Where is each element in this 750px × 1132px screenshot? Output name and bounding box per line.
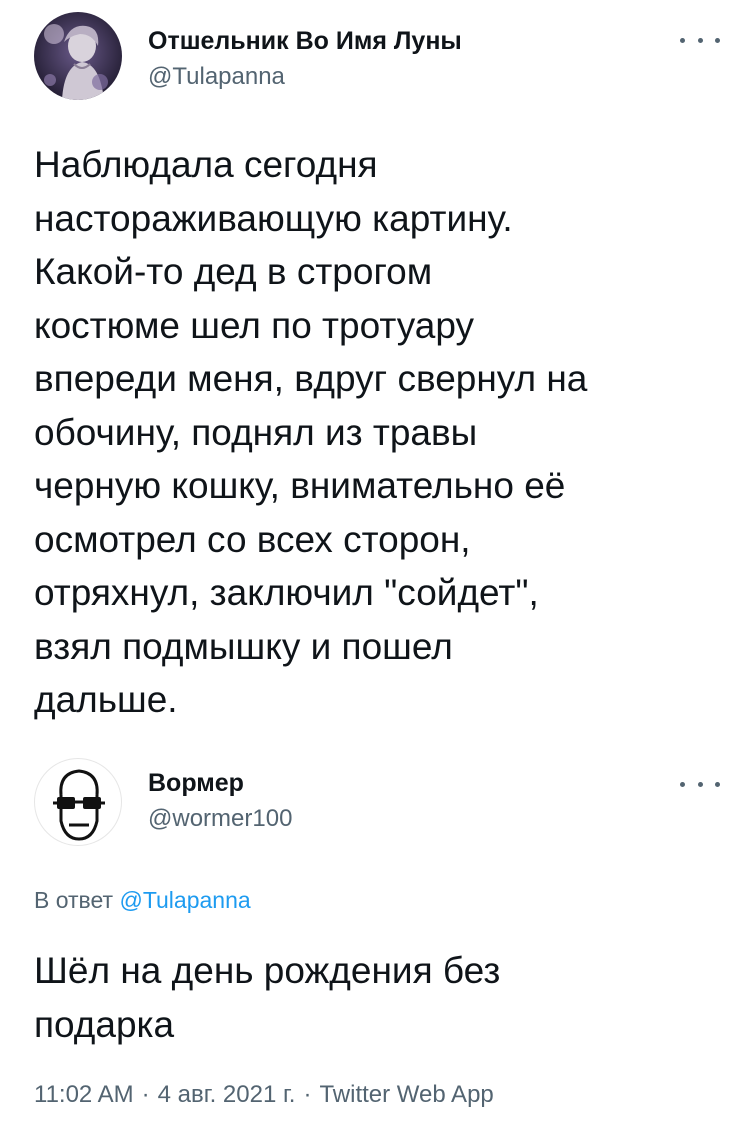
tweet-time[interactable]: 11:02 AM xyxy=(34,1081,134,1108)
dot xyxy=(715,781,720,787)
reply-to-line: В ответ @Tulapanna xyxy=(34,885,251,915)
dot xyxy=(697,781,703,787)
separator: · xyxy=(141,1081,150,1108)
main-tweet-text: Наблюдала сегодня настораживающую картин… xyxy=(34,144,588,720)
display-name[interactable]: Отшельник Во Имя Луны xyxy=(148,26,462,56)
tweet-source[interactable]: Twitter Web App xyxy=(319,1081,493,1108)
tweet-date[interactable]: 4 авг. 2021 г. xyxy=(158,1081,296,1108)
separator: · xyxy=(303,1081,312,1108)
main-tweet-header: Отшельник Во Имя Луны @Tulapanna xyxy=(0,0,750,100)
user-handle[interactable]: @wormer100 xyxy=(148,804,292,834)
dot xyxy=(680,37,685,43)
reply-tweet-text: Шёл на день рождения без подарка xyxy=(34,950,501,1045)
reply-tweet-header: Вормер @wormer100 xyxy=(0,750,750,850)
main-tweet-names: Отшельник Во Имя Луны @Tulapanna xyxy=(148,26,462,92)
dot xyxy=(715,37,720,43)
user-handle[interactable]: @Tulapanna xyxy=(148,62,462,92)
tweet-meta: 11:02 AM · 4 авг. 2021 г. · Twitter Web App xyxy=(34,1080,494,1110)
display-name[interactable]: Вормер xyxy=(148,768,292,798)
reply-to-handle-link[interactable]: @Tulapanna xyxy=(119,887,250,913)
more-options-icon[interactable] xyxy=(680,774,720,794)
sketch-face-avatar-icon[interactable] xyxy=(34,758,122,846)
reply-tweet-names: Вормер @wormer100 xyxy=(148,768,292,834)
reply-to-prefix: В ответ xyxy=(34,887,114,913)
more-options-icon[interactable] xyxy=(680,30,720,50)
dot xyxy=(697,37,703,43)
statue-avatar-icon[interactable] xyxy=(34,12,122,100)
dot xyxy=(680,781,685,787)
